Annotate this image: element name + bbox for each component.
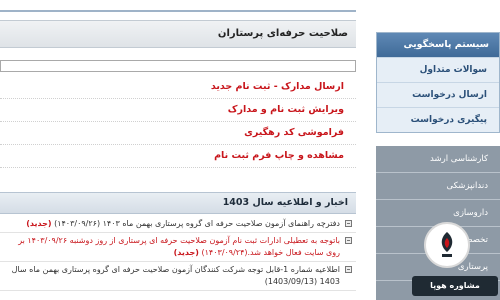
news-item[interactable]: باتوجه به تعطیلی ادارات ثبت نام آزمون صل… (0, 233, 356, 262)
news-title: اخبار و اطلاعیه سال 1403 (0, 192, 356, 214)
new-badge: (جدید) (26, 219, 52, 228)
document-icon (345, 266, 352, 273)
main-content: صلاحیت حرفه‌ای پرستاران ارسال مدارک - ثب… (0, 0, 356, 300)
link-register-new[interactable]: ارسال مدارک - ثبت نام جدید (0, 76, 356, 99)
action-links: ارسال مدارک - ثبت نام جدید ویرایش ثبت نا… (0, 76, 356, 168)
watermark-text: مشاوره هوپا (412, 276, 498, 296)
document-icon (345, 220, 352, 227)
news-item[interactable]: دفترچه راهنمای آزمون صلاحیت حرفه ای گروه… (0, 216, 356, 233)
nav-item-dentistry[interactable]: دندانپزشکی (376, 173, 500, 200)
support-item-send-request[interactable]: ارسال درخواست (377, 82, 499, 107)
news-list: دفترچه راهنمای آزمون صلاحیت حرفه ای گروه… (0, 216, 356, 291)
link-forgot-tracking-code[interactable]: فراموشی کد رهگیری (0, 122, 356, 145)
link-view-print-form[interactable]: مشاهده و چاپ فرم ثبت نام (0, 145, 356, 168)
nav-item-masters[interactable]: کارشناسی ارشد (376, 146, 500, 173)
support-box: سیستم پاسخگویی سوالات متداول ارسال درخوا… (376, 32, 500, 133)
news-text: اطلاعیه شماره 1-قابل توجه شرکت کنندگان آ… (11, 265, 340, 286)
top-divider (0, 10, 356, 12)
page: صلاحیت حرفه‌ای پرستاران ارسال مدارک - ثب… (0, 0, 500, 300)
news-text: دفترچه راهنمای آزمون صلاحیت حرفه ای گروه… (54, 219, 340, 228)
support-item-track-request[interactable]: پیگیری درخواست (377, 107, 499, 132)
empty-box (0, 60, 356, 72)
document-icon (345, 237, 352, 244)
new-badge: (جدید) (173, 248, 199, 257)
support-title: سیستم پاسخگویی (377, 33, 499, 57)
watermark-logo-icon (441, 232, 453, 257)
news-item[interactable]: اطلاعیه شماره 1-قابل توجه شرکت کنندگان آ… (0, 262, 356, 291)
panel-title: صلاحیت حرفه‌ای پرستاران (0, 20, 356, 48)
link-edit-registration[interactable]: ویرایش ثبت نام و مدارک (0, 99, 356, 122)
support-item-faq[interactable]: سوالات متداول (377, 57, 499, 82)
